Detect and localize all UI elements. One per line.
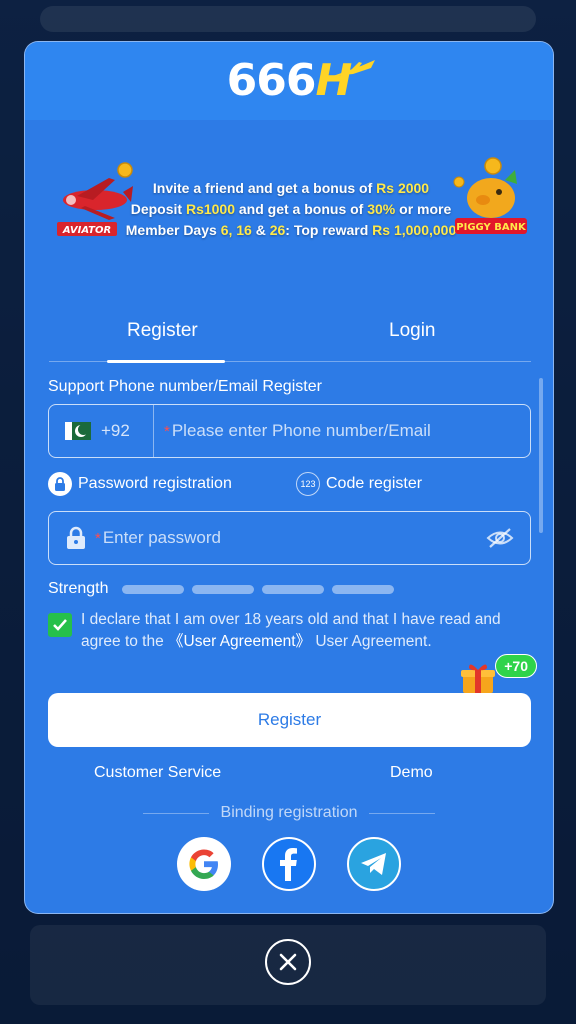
tab-login[interactable]: Login — [389, 320, 436, 342]
piggy-label: PIGGY BANK — [456, 222, 527, 233]
facebook-login-button[interactable] — [262, 837, 316, 891]
check-icon — [53, 619, 67, 631]
tab-register[interactable]: Register — [127, 320, 198, 342]
divider-line — [369, 812, 435, 814]
user-agreement-link[interactable]: 《User Agreement》 — [168, 633, 311, 650]
phone-email-field[interactable]: +92 * Please enter Phone number/Email — [48, 404, 531, 458]
password-registration-label: Password registration — [78, 475, 232, 492]
code-register-option[interactable]: 123 Code register — [296, 472, 422, 496]
telegram-login-button[interactable] — [347, 837, 401, 891]
telegram-icon — [361, 853, 386, 875]
phone-email-input[interactable]: * Please enter Phone number/Email — [164, 421, 431, 441]
scrollbar[interactable] — [539, 378, 543, 533]
gift-badge: +70 — [495, 654, 537, 678]
required-mark: * — [164, 422, 170, 440]
lock-icon — [67, 526, 85, 549]
lock-icon — [48, 472, 72, 496]
country-code-selector[interactable]: +92 — [49, 405, 154, 457]
modal-header: 666 H — [25, 42, 553, 120]
required-mark: * — [95, 529, 101, 547]
password-placeholder: Enter password — [102, 528, 221, 547]
gift-icon — [461, 664, 495, 693]
binding-registration-label: Binding registration — [220, 804, 358, 821]
password-strength: Strength — [48, 580, 402, 598]
close-icon — [279, 953, 297, 971]
agreement-section: I declare that I am over 18 years old an… — [48, 609, 531, 653]
password-field[interactable]: * Enter password — [48, 511, 531, 565]
logo-text: 666 — [226, 55, 317, 106]
google-login-button[interactable] — [177, 837, 231, 891]
phone-email-placeholder: Please enter Phone number/Email — [171, 421, 431, 440]
strength-bar — [122, 584, 185, 594]
register-button[interactable]: Register — [48, 693, 531, 747]
customer-service-link[interactable]: Customer Service — [94, 764, 221, 782]
piggy-bank-icon: PIGGY BANK — [453, 157, 527, 234]
background-header-bar — [40, 6, 536, 32]
strength-bar — [262, 584, 325, 594]
register-modal: 666 H AVIATOR Invite a friend and get a b… — [24, 41, 554, 914]
code-register-label: Code register — [326, 475, 423, 492]
country-code: +92 — [101, 421, 130, 440]
auth-tabs: Register Login — [49, 312, 531, 363]
eye-off-icon[interactable] — [486, 527, 514, 549]
strength-bar — [192, 584, 255, 594]
register-method-label: Support Phone number/Email Register — [48, 378, 322, 395]
close-modal-button[interactable] — [265, 939, 311, 985]
registration-options: Password registration 123 Code register — [48, 472, 531, 500]
password-input[interactable]: * Enter password — [95, 528, 486, 548]
agreement-text: I declare that I am over 18 years old an… — [81, 611, 501, 650]
strength-bar — [332, 584, 395, 594]
password-registration-option[interactable]: Password registration — [48, 472, 232, 496]
strength-label: Strength — [48, 580, 109, 597]
plane-icon — [333, 60, 376, 80]
pakistan-flag-icon — [65, 422, 91, 440]
facebook-icon — [280, 848, 297, 881]
binding-registration-divider: Binding registration — [143, 804, 435, 822]
gift-reward[interactable]: +70 — [461, 654, 537, 696]
demo-link[interactable]: Demo — [390, 764, 433, 782]
code-123-icon: 123 — [296, 472, 320, 496]
divider-line — [143, 812, 209, 814]
agreement-checkbox[interactable] — [48, 613, 72, 637]
promo-banner[interactable]: AVIATOR Invite a friend and get a bonus … — [51, 152, 531, 242]
brand-logo: 666 H — [226, 55, 376, 106]
active-tab-indicator — [107, 360, 225, 363]
google-icon — [189, 849, 218, 879]
